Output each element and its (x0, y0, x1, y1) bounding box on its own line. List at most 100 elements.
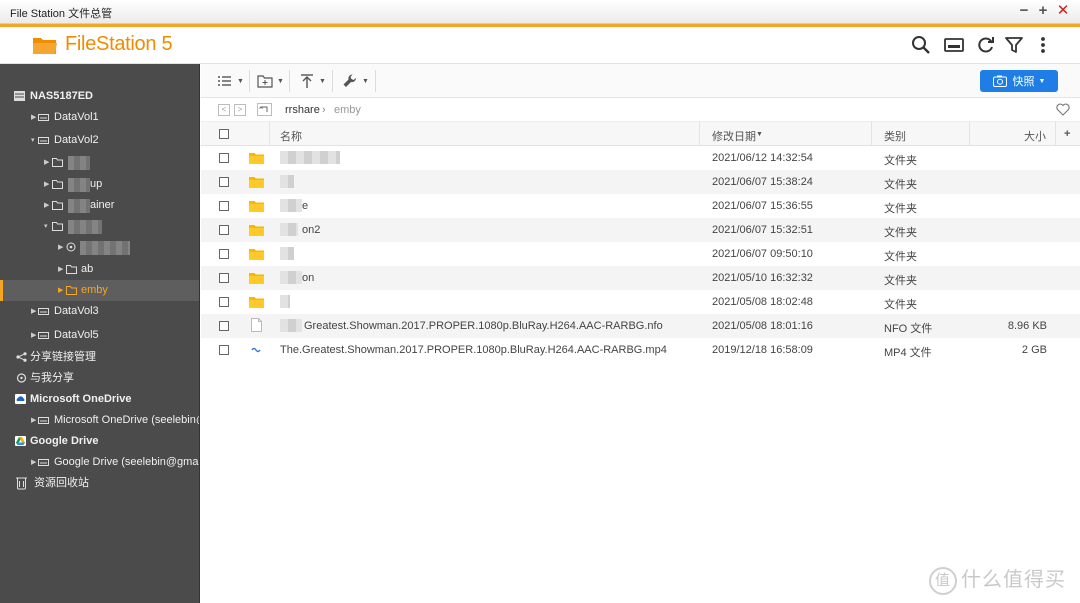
sidebar-item-share-links[interactable]: 分享链接管理 (0, 347, 199, 368)
favorite-heart-icon[interactable] (1056, 103, 1070, 116)
redacted-label (68, 178, 90, 192)
row-checkbox[interactable] (219, 345, 229, 355)
toolbar: ▼ ▼ ▼ ▼ 快照 ▼ (201, 64, 1080, 98)
sidebar-item-datavol5[interactable]: ▶ DataVol5 (0, 325, 199, 346)
expand-arrow-icon[interactable]: ▶ (31, 410, 36, 431)
monitor-icon[interactable] (944, 35, 964, 55)
folder-icon (249, 201, 264, 212)
back-icon[interactable]: < (218, 104, 230, 116)
row-checkbox[interactable] (219, 249, 229, 259)
row-checkbox[interactable] (219, 297, 229, 307)
file-row[interactable]: on2 2021/06/07 15:32:51 文件夹 (201, 218, 1080, 242)
watermark: 值什么值得买 (929, 563, 1066, 595)
collapse-arrow-icon[interactable]: ▾ (44, 216, 48, 237)
file-row[interactable]: on 2021/05/10 16:32:32 文件夹 (201, 266, 1080, 290)
file-name[interactable]: on (302, 272, 314, 284)
file-name[interactable]: e (302, 200, 308, 212)
sidebar-item-google-drive-account[interactable]: ▶ Google Drive (seelebin@gmail (0, 452, 199, 473)
tools-button[interactable]: ▼ (342, 71, 369, 91)
file-name[interactable]: The.Greatest.Showman.2017.PROPER.1080p.B… (280, 344, 667, 356)
minimize-button[interactable]: − (1015, 2, 1033, 20)
view-mode-button[interactable]: ▼ (217, 71, 244, 91)
collapse-arrow-icon[interactable]: ▾ (31, 130, 35, 151)
file-row[interactable]: The.Greatest.Showman.2017.PROPER.1080p.B… (201, 338, 1080, 362)
sidebar-item-nas[interactable]: NAS5187ED (0, 86, 199, 107)
toolbar-divider (332, 70, 333, 92)
file-size: 2 GB (1021, 344, 1047, 356)
sidebar-folder-2[interactable]: ▶ up (0, 174, 199, 195)
sidebar-item-recycle-bin[interactable]: 资源回收站 (0, 473, 199, 494)
row-checkbox[interactable] (219, 177, 229, 187)
add-column-button[interactable]: + (1064, 128, 1070, 140)
sidebar-item-onedrive-account[interactable]: ▶ Microsoft OneDrive (seelebin@ (0, 410, 199, 431)
file-date: 2021/05/08 18:02:48 (712, 296, 813, 308)
sidebar-folder-ab[interactable]: ▶ ab (0, 259, 199, 280)
expand-arrow-icon[interactable]: ▶ (44, 152, 49, 173)
column-size[interactable]: 大小 (1024, 128, 1046, 144)
file-row[interactable]: 2021/05/08 18:02:48 文件夹 (201, 290, 1080, 314)
file-type: 文件夹 (884, 299, 917, 311)
file-name[interactable]: Greatest.Showman.2017.PROPER.1080p.BluRa… (304, 320, 663, 332)
more-vertical-icon[interactable] (1033, 35, 1053, 55)
new-folder-button[interactable]: ▼ (257, 71, 284, 91)
sidebar-item-datavol2[interactable]: ▾ DataVol2 (0, 130, 199, 151)
snapshot-button[interactable]: 快照 ▼ (980, 70, 1058, 92)
parent-folder-icon[interactable] (257, 103, 272, 116)
column-type[interactable]: 类别 (884, 128, 906, 144)
expand-arrow-icon[interactable]: ▶ (44, 174, 49, 195)
filter-icon[interactable] (1004, 35, 1024, 55)
app-header: FileStation 5 (0, 27, 1080, 64)
toolbar-divider (375, 70, 376, 92)
expand-arrow-icon[interactable]: ▶ (58, 237, 63, 258)
expand-arrow-icon[interactable]: ▶ (31, 107, 36, 128)
maximize-button[interactable]: + (1034, 2, 1052, 20)
expand-arrow-icon[interactable]: ▶ (58, 259, 63, 280)
expand-arrow-icon[interactable]: ▶ (31, 452, 36, 473)
file-row[interactable]: e 2021/06/07 15:36:55 文件夹 (201, 194, 1080, 218)
sidebar-item-datavol1[interactable]: ▶ DataVol1 (0, 107, 199, 128)
close-button[interactable]: ✕ (1054, 2, 1072, 20)
sidebar-folder-1[interactable]: ▶ (0, 152, 199, 173)
share-icon (16, 352, 27, 362)
file-name[interactable]: on2 (302, 224, 320, 236)
file-row[interactable]: 2021/06/07 15:38:24 文件夹 (201, 170, 1080, 194)
file-type: 文件夹 (884, 203, 917, 215)
onedrive-label: Microsoft OneDrive (30, 393, 132, 405)
file-date: 2021/06/07 09:50:10 (712, 248, 813, 260)
chevron-down-icon: ▼ (319, 77, 326, 85)
sidebar-folder-3[interactable]: ▶ ainer (0, 195, 199, 216)
row-checkbox[interactable] (219, 225, 229, 235)
wrench-icon (343, 74, 357, 87)
sidebar-folder-emby[interactable]: ▶ emby (0, 280, 199, 301)
folder-icon (52, 158, 63, 167)
refresh-icon[interactable] (976, 35, 996, 55)
column-name[interactable]: 名称 (280, 128, 302, 144)
upload-button[interactable]: ▼ (299, 71, 326, 91)
sidebar-item-google-drive[interactable]: Google Drive (0, 431, 199, 452)
file-row[interactable]: 2021/06/07 09:50:10 文件夹 (201, 242, 1080, 266)
row-checkbox[interactable] (219, 321, 229, 331)
expand-arrow-icon[interactable]: ▶ (58, 280, 63, 301)
folder-icon (66, 286, 77, 295)
search-icon[interactable] (911, 35, 931, 55)
volume-icon (38, 137, 49, 144)
breadcrumb-parent[interactable]: rrshare (285, 104, 320, 116)
forward-icon[interactable]: > (234, 104, 246, 116)
file-type: 文件夹 (884, 227, 917, 239)
sidebar-item-shared-with-me[interactable]: 与我分享 (0, 368, 199, 389)
path-bar: < > rrshare › emby (201, 98, 1080, 122)
column-modified[interactable]: 修改日期 (712, 128, 756, 144)
breadcrumb-current[interactable]: emby (334, 104, 361, 116)
expand-arrow-icon[interactable]: ▶ (31, 301, 36, 322)
sidebar-item-datavol3[interactable]: ▶ DataVol3 (0, 301, 199, 322)
file-row[interactable]: Greatest.Showman.2017.PROPER.1080p.BluRa… (201, 314, 1080, 338)
folder-icon (52, 180, 63, 189)
row-checkbox[interactable] (219, 153, 229, 163)
file-row[interactable]: 2021/06/12 14:32:54 文件夹 (201, 146, 1080, 170)
sidebar-item-onedrive[interactable]: Microsoft OneDrive (0, 389, 199, 410)
row-checkbox[interactable] (219, 273, 229, 283)
select-all-checkbox[interactable] (219, 129, 229, 139)
expand-arrow-icon[interactable]: ▶ (31, 325, 36, 346)
expand-arrow-icon[interactable]: ▶ (44, 195, 49, 216)
row-checkbox[interactable] (219, 201, 229, 211)
